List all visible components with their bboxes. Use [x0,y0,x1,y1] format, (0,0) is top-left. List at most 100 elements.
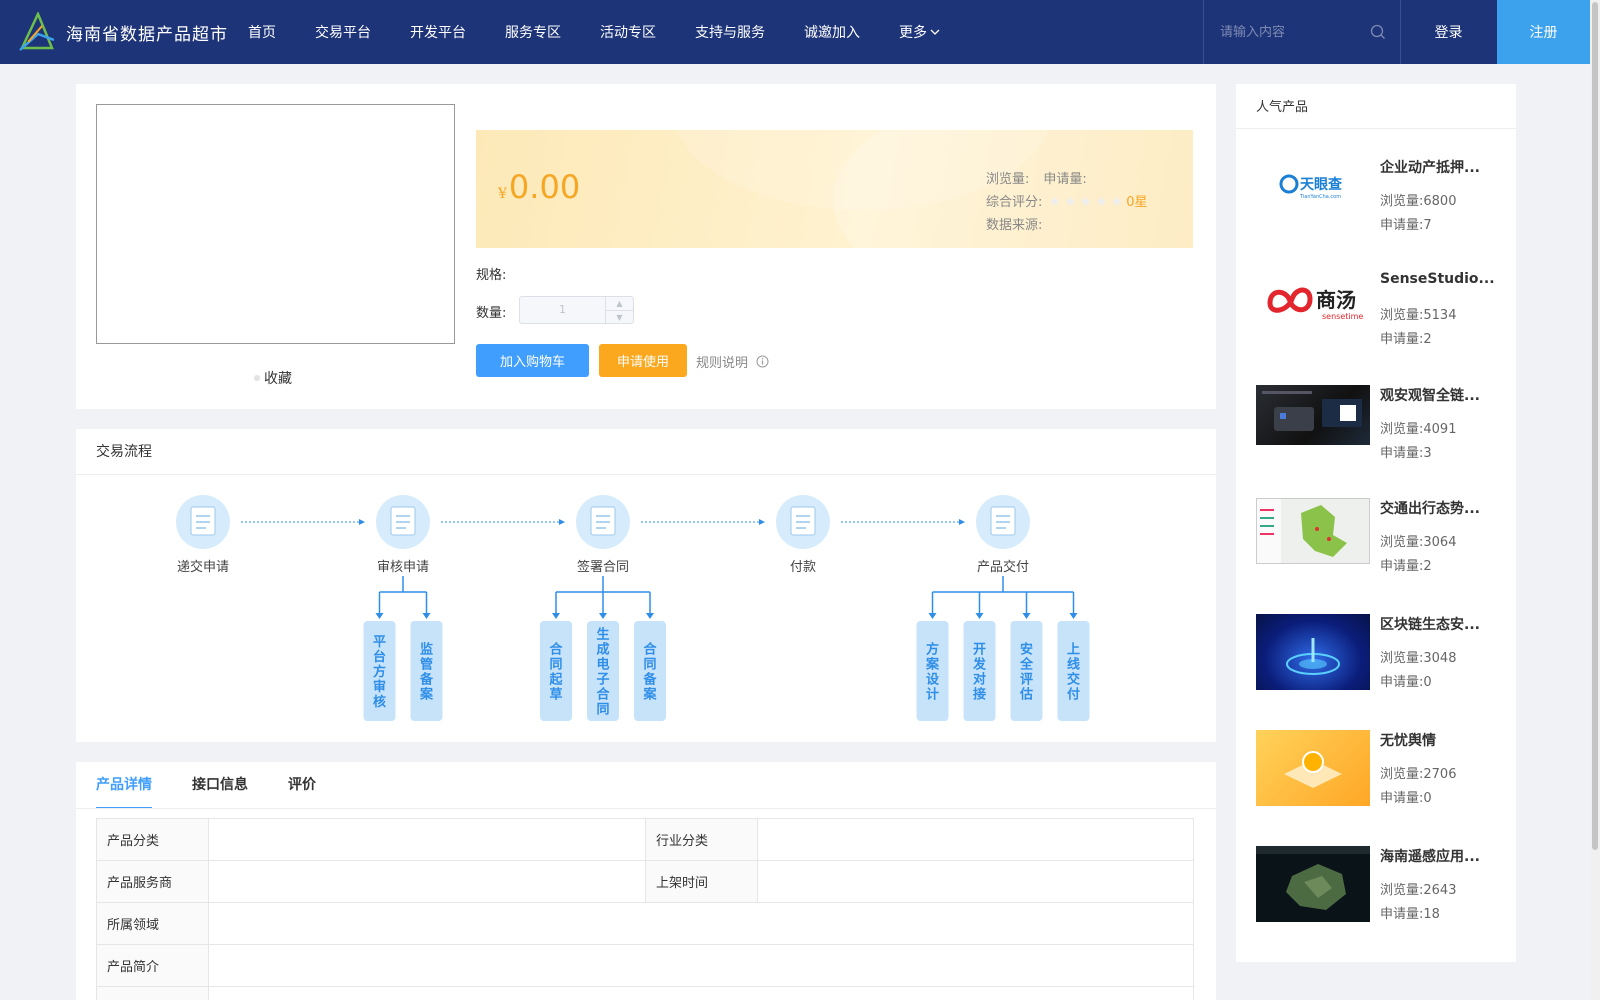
applications-value: 3 [1423,446,1432,461]
apply-use-button[interactable]: 申请使用 [599,344,687,377]
popular-item-name: 区块链生态安... [1380,617,1480,633]
favorite-label: 收藏 [264,371,292,387]
add-to-cart-button[interactable]: 加入购物车 [476,344,589,377]
arrow-icon [599,613,607,619]
favorite-icon [254,375,260,381]
tianyancha-logo: 天眼查 TianYanCha.com [1279,174,1343,200]
device-photo [1262,391,1362,431]
nav-events-zone[interactable]: 活动专区 [600,22,656,42]
popular-item[interactable]: 海南遥感应用... 浏览量:2643 申请量:18 [1256,846,1506,946]
popular-item-name: 企业动产抵押... [1380,160,1480,176]
popular-item-views: 浏览量:3064 [1380,531,1456,550]
industry-value [757,818,1194,861]
product-thumbnail [1256,614,1370,690]
map-dashboard [1257,499,1347,563]
login-button[interactable]: 登录 [1402,0,1495,64]
listed-time-label: 上架时间 [645,860,758,903]
rules-link[interactable]: 规则说明 [696,352,769,371]
table-row: 产品分类 行业分类 [96,818,1194,861]
nav-trading-platform[interactable]: 交易平台 [315,22,371,42]
register-button[interactable]: 注册 [1497,0,1590,64]
popular-item[interactable]: 区块链生态安... 浏览量:3048 申请量:0 [1256,614,1506,714]
popular-title: 人气产品 [1256,100,1309,115]
applications-value: 2 [1423,332,1432,347]
divider [1236,128,1516,129]
chevron-down-icon [930,29,940,35]
arrow-icon [1022,613,1031,619]
popular-item[interactable]: 观安观智全链... 浏览量:4091 申请量:3 [1256,385,1506,485]
document-icon [590,506,616,536]
search-input[interactable] [1220,24,1370,40]
detail-tabs: 产品详情 接口信息 评价 [96,762,356,809]
increment-icon[interactable]: ▲ [606,297,633,311]
popular-item[interactable]: 商汤 sensetime SenseStudio... 浏览量:5134 申请量… [1256,271,1506,371]
flow-step-label: 审核申请 [377,560,429,575]
applications-label: 申请量: [1380,675,1424,690]
flow-step-label: 签署合同 [577,559,629,575]
views-label: 浏览量: [1380,422,1424,437]
decrement-icon[interactable]: ▼ [606,311,633,324]
popular-item-applications: 申请量:2 [1380,328,1432,347]
site-logo[interactable]: 海南省数据产品超市 [18,12,228,52]
applications-value: 0 [1423,791,1432,806]
arrow-icon [1069,613,1078,619]
popular-item[interactable]: 无忧舆情 浏览量:2706 申请量:0 [1256,730,1506,830]
nav-home[interactable]: 首页 [248,22,276,42]
quantity-stepper[interactable]: 1 ▲ ▼ [519,296,634,324]
flow-title: 交易流程 [96,444,152,460]
popular-item-name: 海南遥感应用... [1380,849,1480,865]
document-icon [990,506,1016,536]
price-currency: ¥ [498,186,507,202]
nav-dev-platform[interactable]: 开发平台 [410,22,466,42]
sensetime-logo-text: 商汤 [1316,288,1356,312]
product-thumbnail: 天眼查 TianYanCha.com [1256,157,1370,217]
product-thumbnail [1256,498,1370,564]
data-source-label: 数据来源: [986,218,1043,233]
domain-label: 所属领域 [96,902,209,945]
table-row [96,986,1194,1000]
rating-text: 0星 [1126,195,1148,210]
spec-label: 规格: [476,268,507,283]
main-nav: 首页 交易平台 开发平台 服务专区 活动专区 支持与服务 诚邀加入 更多 [248,22,979,42]
nav-join[interactable]: 诚邀加入 [804,22,860,42]
tab-reviews[interactable]: 评价 [288,762,316,808]
quantity-value[interactable]: 1 [520,297,605,323]
popular-item-applications: 申请量:0 [1380,671,1432,690]
intro-value [208,944,1194,987]
arrow-icon [975,613,984,619]
views-value: 4091 [1423,422,1457,437]
scrollbar-thumb[interactable] [1592,2,1598,850]
flow-step-label: 付款 [790,560,816,575]
arrow-icon [959,519,965,525]
star-icon: ★ [1079,194,1093,210]
sentiment-visual [1284,751,1342,788]
search-icon[interactable] [1370,24,1386,40]
arrow-icon [759,519,765,525]
arrow-icon [552,613,560,619]
popular-item[interactable]: 交通出行态势... 浏览量:3064 申请量:2 [1256,498,1506,598]
views-value: 5134 [1423,308,1457,323]
applications-value: 0 [1423,675,1432,690]
tab-api-info[interactable]: 接口信息 [192,762,248,808]
nav-more[interactable]: 更多 [899,22,940,42]
product-thumbnail: 商汤 sensetime [1256,271,1370,331]
nav-service-zone[interactable]: 服务专区 [505,22,561,42]
applications-value: 18 [1423,907,1440,922]
star-icon: ★ [1063,194,1077,210]
search-box [1203,0,1401,64]
popular-item-views: 浏览量:3048 [1380,647,1456,666]
popular-item[interactable]: 天眼查 TianYanCha.com 企业动产抵押... 浏览量:6800 申请… [1256,157,1506,257]
sensetime-logo-subtext: sensetime [1322,312,1363,321]
popular-item-applications: 申请量:7 [1380,214,1432,233]
views-value: 6800 [1423,194,1457,209]
arrow-icon [375,613,384,619]
nav-support[interactable]: 支持与服务 [695,22,765,42]
popular-item-views: 浏览量:6800 [1380,190,1456,209]
flow-substep-label: 开发对接 [972,643,987,703]
product-summary-card: 收藏 ¥ 0.00 浏览量: 申请量: 综合评分: ★ ★ ★ ★ ★ 0星 数… [76,84,1216,409]
flow-step-label: 产品交付 [977,559,1029,575]
table-row: 所属领域 [96,902,1194,945]
flow-substep-label: 安全评估 [1019,642,1034,703]
favorite-button[interactable]: 收藏 [254,368,292,388]
tab-product-details[interactable]: 产品详情 [96,762,152,809]
